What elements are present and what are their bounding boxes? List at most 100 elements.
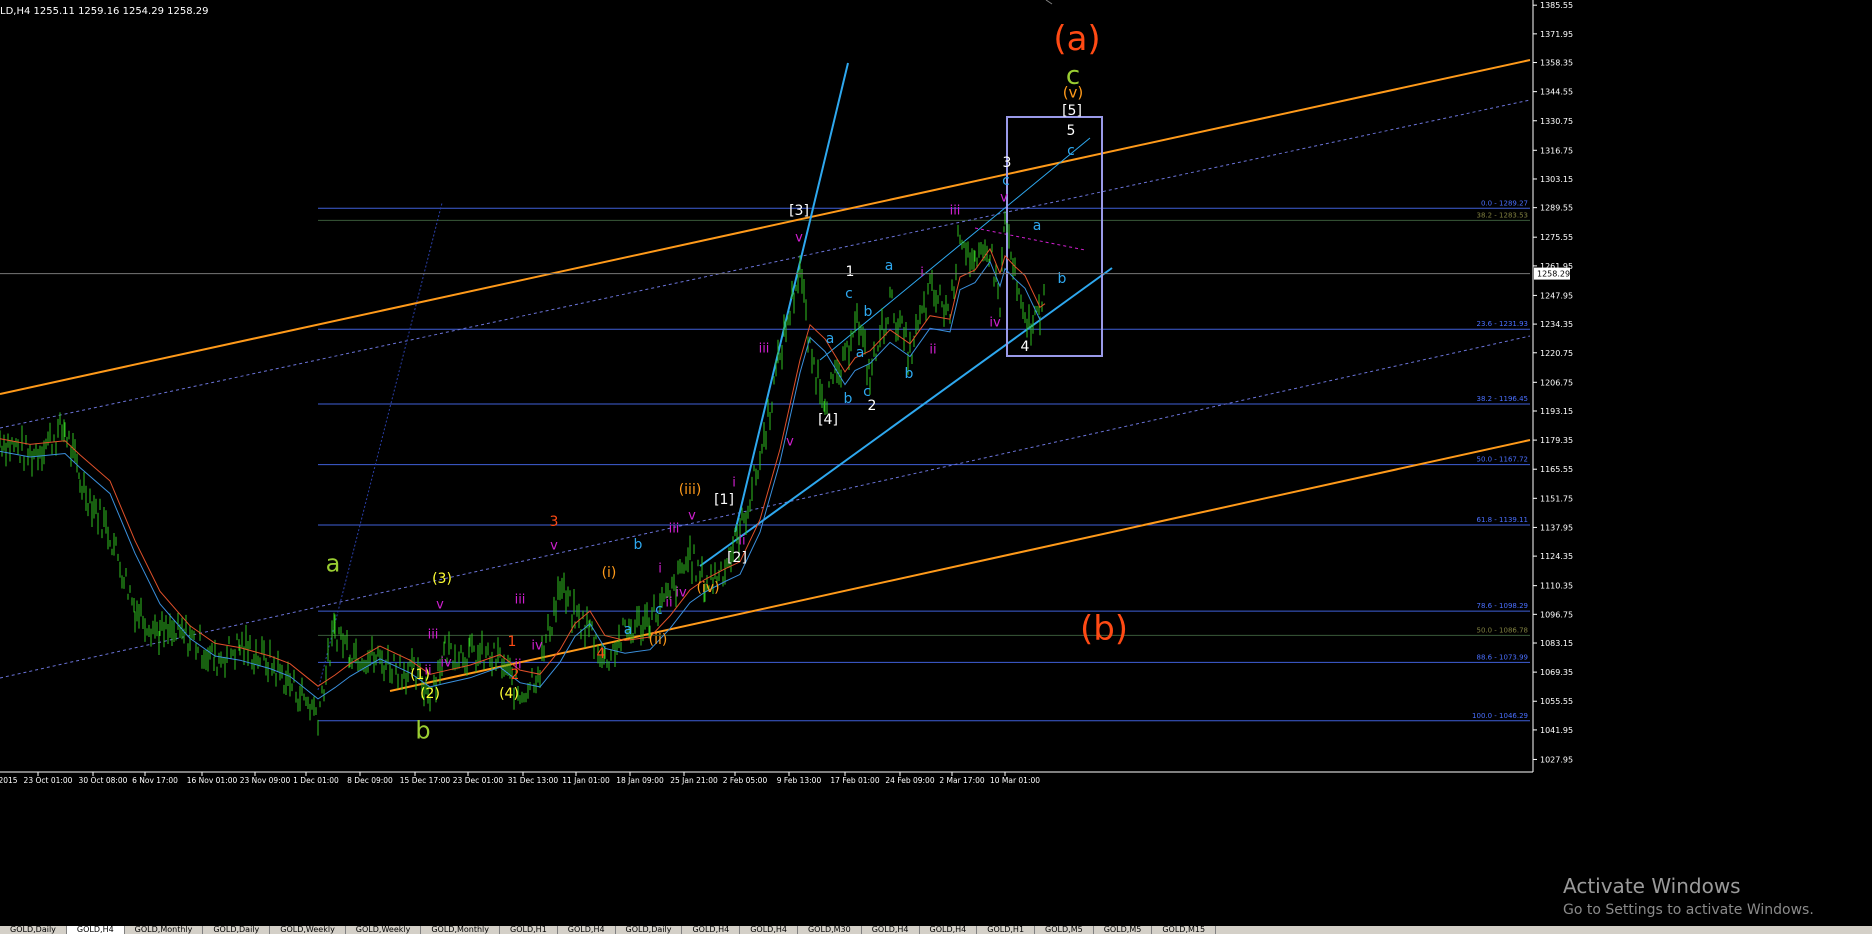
price-tick-label: 1055.55	[1540, 697, 1573, 706]
time-tick-label: 24 Feb 09:00	[885, 776, 934, 785]
wave-label: ii	[665, 596, 672, 611]
wave-label: ii	[929, 343, 936, 358]
wave-label: 4	[1021, 339, 1030, 355]
chart-tab[interactable]: GOLD,Monthly	[421, 926, 501, 934]
fib-label: 78.6 - 1098.29	[1476, 602, 1528, 610]
wave-label: b	[844, 391, 853, 407]
price-tick-label: 1371.95	[1540, 30, 1573, 39]
fib-label: 88.6 - 1073.99	[1476, 653, 1528, 661]
chart-tabs: GOLD,Daily GOLD,H4 GOLD,Monthly GOLD,Daily G…	[0, 926, 1872, 934]
chart-tab[interactable]: GOLD,Weekly	[346, 926, 422, 934]
wave-label: c	[655, 602, 663, 618]
wave-label: iii	[759, 342, 770, 357]
price-tick-label: 1069.35	[1540, 668, 1573, 677]
chart-tab[interactable]: GOLD,H4	[862, 926, 920, 934]
wave-label: i	[658, 562, 662, 577]
price-tick-label: 1124.35	[1540, 552, 1573, 561]
price-tick-label: 1289.55	[1540, 204, 1573, 213]
wave-label: iv	[989, 316, 1001, 331]
time-tick-label: 23 Nov 09:00	[240, 776, 291, 785]
chart-tab[interactable]: GOLD,Daily	[203, 926, 271, 934]
time-tick-label: 31 Dec 13:00	[508, 776, 559, 785]
wave-label: c	[1002, 173, 1010, 189]
trend-line	[0, 99, 1531, 429]
price-tick-label: 1220.75	[1540, 349, 1573, 358]
chart-tab[interactable]: GOLD,Weekly	[270, 926, 346, 934]
trend-line	[389, 439, 1531, 692]
wave-label: a	[826, 331, 835, 347]
wave-label: 3	[550, 514, 559, 530]
chart-tab[interactable]: GOLD,H4	[558, 926, 616, 934]
price-tick-label: 1179.35	[1540, 436, 1573, 445]
wave-label: 2	[868, 398, 877, 414]
chart-tab[interactable]: GOLD,H1	[977, 926, 1036, 934]
wave-label: iv	[531, 639, 543, 654]
current-price-label: 1258.29	[1537, 270, 1570, 279]
wave-label: 2	[511, 667, 520, 683]
moving-average-fast	[0, 247, 1046, 687]
time-tick-label: 8 Dec 09:00	[347, 776, 393, 785]
price-tick-label: 1096.75	[1540, 610, 1573, 619]
price-series	[0, 211, 1046, 736]
chart-tab[interactable]: GOLD,M30	[798, 926, 862, 934]
time-tick-label: 1 Dec 01:00	[293, 776, 339, 785]
price-tick-label: 1247.95	[1540, 291, 1573, 300]
chart-tab[interactable]: GOLD,H4	[740, 926, 798, 934]
price-tick-label: 1027.95	[1540, 755, 1573, 764]
chart-tab[interactable]: GOLD,H4	[920, 926, 978, 934]
wave-label: [4]	[818, 412, 838, 428]
chart-tab[interactable]: GOLD,H4	[682, 926, 741, 934]
chart-tab[interactable]: GOLD,Daily	[616, 926, 683, 934]
wave-label: [5]	[1062, 103, 1082, 119]
wave-label: v	[786, 435, 794, 450]
chart-tab[interactable]: GOLD,M5	[1094, 926, 1153, 934]
wave-label: iii	[950, 204, 961, 219]
time-tick-label: 30 Oct 08:00	[79, 776, 128, 785]
highlight-box	[1006, 116, 1103, 357]
fibonacci-levels: 0.0 - 1289.27 38.2 - 1283.53 23.6 - 1231.9…	[318, 199, 1530, 722]
time-tick-label: 23 Oct 01:00	[24, 776, 73, 785]
wave-label: ii	[738, 534, 745, 549]
price-tick-label: 1110.35	[1540, 582, 1573, 591]
wave-label: iii	[515, 593, 526, 608]
chart-tab[interactable]: GOLD,Monthly	[125, 926, 204, 934]
wave-label: c	[845, 286, 853, 302]
time-tick-label: 9 Feb 13:00	[777, 776, 822, 785]
fib-label: 50.0 - 1086.78	[1476, 626, 1528, 634]
fib-label: 0.0 - 1289.27	[1481, 199, 1528, 207]
price-tick-label: 1316.75	[1540, 146, 1573, 155]
wave-label: (ii)	[649, 632, 668, 648]
price-tick-label: 1358.35	[1540, 59, 1573, 68]
time-tick-label: 15 Dec 17:00	[400, 776, 451, 785]
time-tick-label: 6 Nov 17:00	[132, 776, 178, 785]
price-tick-label: 1385.55	[1540, 1, 1573, 10]
wave-label: iii	[669, 522, 680, 537]
chart-tab[interactable]: GOLD,Daily	[0, 926, 67, 934]
wave-label: v	[688, 509, 696, 524]
time-axis: 2015 23 Oct 01:00 30 Oct 08:00 6 Nov 17:00 1…	[0, 771, 1533, 785]
price-tick-label: 1234.35	[1540, 320, 1573, 329]
chart-tab[interactable]: GOLD,H4	[66, 926, 125, 934]
wave-label: [2]	[727, 550, 747, 566]
chart-tab[interactable]: GOLD,H1	[500, 926, 558, 934]
wave-label: i	[732, 476, 736, 491]
chart-tab[interactable]: GOLD,M15	[1152, 926, 1217, 934]
price-tick-label: 1165.55	[1540, 465, 1573, 474]
price-chart[interactable]: 0.0 - 1289.27 38.2 - 1283.53 23.6 - 1231.9…	[0, 0, 1872, 934]
wave-label: 1	[846, 264, 855, 280]
wave-label: (a)	[1053, 19, 1100, 59]
wave-label: b	[864, 304, 873, 320]
time-tick-label: 10 Mar 01:00	[990, 776, 1040, 785]
wave-label: a	[624, 622, 633, 638]
time-tick-label: 17 Feb 01:00	[830, 776, 879, 785]
wave-label: 5	[1067, 123, 1076, 139]
wave-label: v	[550, 539, 558, 554]
time-tick-label: 2015	[0, 776, 18, 785]
chart-tab[interactable]: GOLD,M5	[1035, 926, 1094, 934]
wave-label: 3	[1003, 155, 1012, 171]
price-axis: 1385.55 1371.95 1358.35 1344.55 1330.75 1316.…	[0, 0, 1573, 772]
wave-label: a	[326, 549, 341, 577]
time-tick-label: 2 Mar 17:00	[939, 776, 985, 785]
wave-label: i	[920, 266, 924, 281]
wave-label: b	[905, 366, 914, 382]
